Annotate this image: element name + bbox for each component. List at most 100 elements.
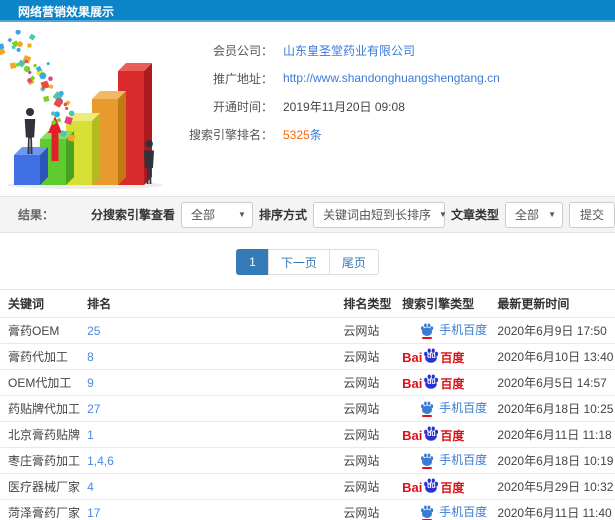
open-time-label: 开通时间： bbox=[212, 99, 273, 114]
mobile-baidu-logo: 手机百度 bbox=[420, 451, 487, 469]
page-1-button[interactable]: 1 bbox=[236, 249, 269, 275]
mobile-baidu-paw-icon bbox=[420, 323, 434, 339]
update-time-cell: 2020年6月11日 11:18 bbox=[493, 421, 615, 448]
baidu-paw-icon: du bbox=[423, 478, 439, 494]
engine-cell: 手机百度 bbox=[398, 447, 494, 474]
engine-cell: 手机百度 bbox=[398, 499, 494, 520]
rank-cell: 27 bbox=[83, 395, 340, 422]
table-head: 关键词 排名 排名类型 搜索引擎类型 最新更新时间 bbox=[0, 289, 615, 318]
table-row: OEM代加工 9 云网站 Bai du 百度 2020年6月5日 14:57 bbox=[0, 369, 615, 396]
baidu-logo: Bai du 百度 bbox=[402, 374, 465, 391]
info-row-company: 会员公司： 山东皇圣堂药业有限公司 bbox=[185, 36, 615, 64]
baidu-paw-icon: du bbox=[423, 374, 439, 390]
rank-link[interactable]: 9 bbox=[87, 376, 94, 390]
filter-bar: 结果： 分搜索引擎查看 全部 ▼ 排序方式 关键词由短到长排序 ▼ 文章类型 全… bbox=[0, 196, 615, 233]
last-page-button[interactable]: 尾页 bbox=[328, 249, 379, 275]
open-time-value: 2019年11月20日 09:08 bbox=[283, 99, 405, 114]
rank-type-cell: 云网站 bbox=[339, 473, 399, 500]
col-rank-type: 排名类型 bbox=[339, 289, 399, 318]
rank-cell: 9 bbox=[83, 369, 340, 396]
keyword-cell: 菏泽膏药厂家 bbox=[0, 499, 84, 520]
rank-cell: 8 bbox=[83, 343, 340, 370]
engine-cell: 手机百度 bbox=[398, 395, 494, 422]
next-page-button[interactable]: 下一页 bbox=[267, 249, 330, 275]
company-label: 会员公司： bbox=[212, 43, 273, 58]
table-row: 北京膏药贴牌 1 云网站 Bai du 百度 2020年6月11日 11:18 bbox=[0, 421, 615, 448]
promo-url-link[interactable]: http://www.shandonghuangshengtang.cn bbox=[283, 71, 500, 85]
rank-cell: 25 bbox=[83, 317, 340, 344]
keyword-cell: 膏药OEM bbox=[0, 317, 84, 344]
mobile-baidu-logo: 手机百度 bbox=[420, 503, 487, 520]
info-section: 会员公司： 山东皇圣堂药业有限公司 推广地址： http://www.shand… bbox=[0, 22, 615, 192]
table-body: 膏药OEM 25 云网站 手机百度 2020年6月9日 17:50 膏药代加工 … bbox=[0, 317, 615, 520]
company-info: 会员公司： 山东皇圣堂药业有限公司 推广地址： http://www.shand… bbox=[185, 30, 615, 192]
rank-type-cell: 云网站 bbox=[339, 499, 399, 520]
baidu-logo: Bai du 百度 bbox=[402, 426, 465, 443]
table-row: 菏泽膏药厂家 17 云网站 手机百度 2020年6月11日 11:40 bbox=[0, 499, 615, 520]
info-row-open-time: 开通时间： 2019年11月20日 09:08 bbox=[185, 92, 615, 120]
sort-label: 排序方式 bbox=[258, 208, 307, 222]
mobile-baidu-logo: 手机百度 bbox=[420, 321, 487, 339]
keyword-cell: 枣庄膏药加工 bbox=[0, 447, 84, 474]
col-engine-type: 搜索引擎类型 bbox=[398, 289, 494, 318]
bar-chart-illustration bbox=[0, 29, 185, 190]
chevron-down-icon: ▼ bbox=[238, 210, 246, 219]
header-bar: 网络营销效果展示 bbox=[0, 0, 615, 22]
rank-link[interactable]: 17 bbox=[87, 506, 100, 520]
article-type-select[interactable]: 全部 ▼ bbox=[505, 201, 563, 228]
rank-link[interactable]: 27 bbox=[87, 402, 100, 416]
mobile-baidu-paw-icon bbox=[420, 401, 434, 417]
result-label: 结果： bbox=[18, 208, 55, 222]
engine-cell: Bai du 百度 bbox=[398, 421, 494, 448]
rank-cell: 4 bbox=[83, 473, 340, 500]
page-title: 网络营销效果展示 bbox=[18, 4, 115, 19]
update-time-cell: 2020年6月11日 11:40 bbox=[493, 499, 615, 520]
chevron-down-icon: ▼ bbox=[439, 210, 447, 219]
table-row: 膏药代加工 8 云网站 Bai du 百度 2020年6月10日 13:40 bbox=[0, 343, 615, 370]
update-time-cell: 2020年6月5日 14:57 bbox=[493, 369, 615, 396]
table-row: 膏药OEM 25 云网站 手机百度 2020年6月9日 17:50 bbox=[0, 317, 615, 344]
col-update-time: 最新更新时间 bbox=[493, 289, 615, 318]
rank-type-cell: 云网站 bbox=[339, 317, 399, 344]
engine-cell: Bai du 百度 bbox=[398, 369, 494, 396]
engine-filter-value: 全部 bbox=[190, 208, 215, 222]
rank-count-value: 5325条 bbox=[283, 126, 322, 143]
mobile-baidu-paw-icon bbox=[420, 505, 434, 520]
table-row: 药贴牌代加工 27 云网站 手机百度 2020年6月18日 10:25 bbox=[0, 395, 615, 422]
update-time-cell: 2020年6月10日 13:40 bbox=[493, 343, 615, 370]
update-time-cell: 2020年5月29日 10:32 bbox=[493, 473, 615, 500]
update-time-cell: 2020年6月9日 17:50 bbox=[493, 317, 615, 344]
rank-link[interactable]: 4 bbox=[87, 480, 94, 494]
keyword-cell: 药贴牌代加工 bbox=[0, 395, 84, 422]
rank-link[interactable]: 1,4,6 bbox=[87, 454, 114, 468]
table-row: 枣庄膏药加工 1,4,6 云网站 手机百度 2020年6月18日 10:19 bbox=[0, 447, 615, 474]
table-row: 医疗器械厂家 4 云网站 Bai du 百度 2020年5月29日 10:32 bbox=[0, 473, 615, 500]
rank-type-cell: 云网站 bbox=[339, 421, 399, 448]
keyword-cell: 膏药代加工 bbox=[0, 343, 84, 370]
submit-button[interactable]: 提交 bbox=[569, 201, 615, 228]
baidu-logo: Bai du 百度 bbox=[402, 478, 465, 495]
mobile-baidu-logo: 手机百度 bbox=[420, 399, 487, 417]
keyword-cell: 北京膏药贴牌 bbox=[0, 421, 84, 448]
rank-type-cell: 云网站 bbox=[339, 369, 399, 396]
company-link[interactable]: 山东皇圣堂药业有限公司 bbox=[283, 42, 415, 59]
engine-cell: 手机百度 bbox=[398, 317, 494, 344]
rank-link[interactable]: 1 bbox=[87, 428, 94, 442]
sort-value: 关键词由短到长排序 bbox=[322, 208, 431, 222]
engine-filter-select[interactable]: 全部 ▼ bbox=[180, 201, 253, 228]
filter-controls: 分搜索引擎查看 全部 ▼ 排序方式 关键词由短到长排序 ▼ 文章类型 全部 ▼ … bbox=[91, 201, 615, 228]
pagination: 1 下一页 尾页 bbox=[0, 249, 615, 275]
rank-link[interactable]: 25 bbox=[87, 324, 100, 338]
baidu-logo: Bai du 百度 bbox=[402, 348, 465, 365]
info-row-url: 推广地址： http://www.shandonghuangshengtang.… bbox=[185, 64, 615, 92]
sort-select[interactable]: 关键词由短到长排序 ▼ bbox=[312, 201, 447, 228]
article-type-label: 文章类型 bbox=[450, 208, 499, 222]
baidu-paw-icon: du bbox=[423, 348, 439, 364]
rank-link[interactable]: 8 bbox=[87, 350, 94, 364]
rank-count-label: 搜索引擎排名： bbox=[188, 127, 273, 142]
url-label: 推广地址： bbox=[212, 71, 273, 86]
keyword-cell: 医疗器械厂家 bbox=[0, 473, 84, 500]
info-row-rank-count: 搜索引擎排名： 5325条 bbox=[185, 120, 615, 148]
keyword-ranking-table: 关键词 排名 排名类型 搜索引擎类型 最新更新时间 膏药OEM 25 云网站 手… bbox=[0, 289, 615, 520]
engine-cell: Bai du 百度 bbox=[398, 343, 494, 370]
